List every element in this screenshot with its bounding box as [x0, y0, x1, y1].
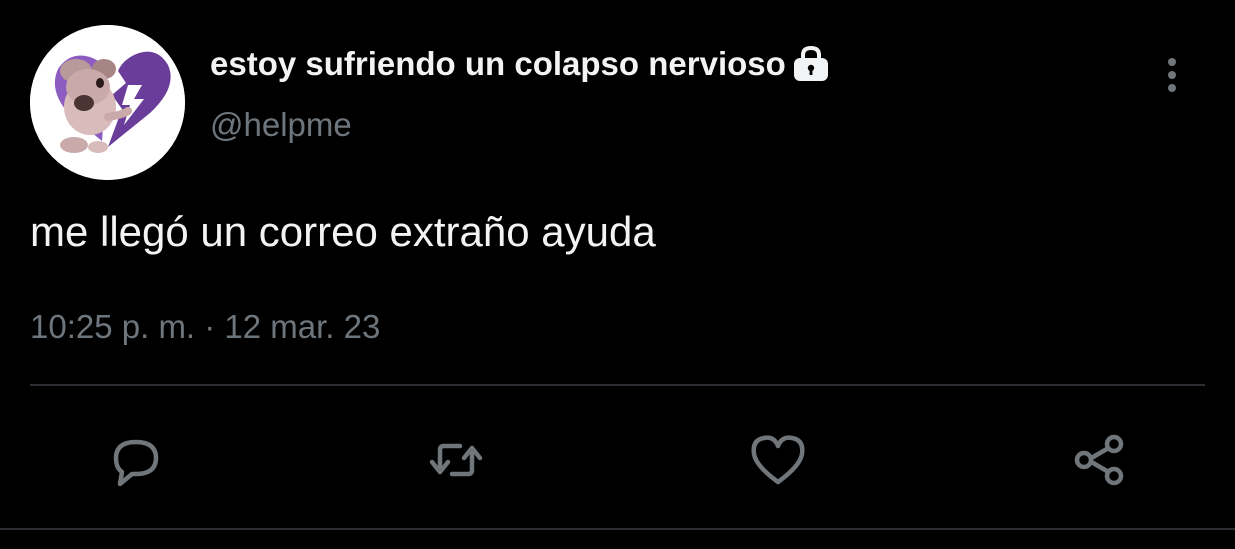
reply-button[interactable]: [104, 428, 168, 492]
bottom-divider: [0, 528, 1235, 530]
lock-icon: [792, 45, 830, 83]
like-button[interactable]: [746, 428, 810, 492]
share-button[interactable]: [1068, 428, 1132, 492]
reply-icon: [113, 439, 159, 487]
retweet-icon: [429, 443, 483, 477]
more-vertical-icon: [1168, 58, 1176, 92]
heart-icon: [751, 435, 805, 485]
tweet-timestamp[interactable]: 10:25 p. m. · 12 mar. 23: [30, 308, 380, 346]
author-display-name[interactable]: estoy sufriendo un colapso nervioso: [210, 42, 830, 86]
author-handle[interactable]: @helpme: [210, 106, 352, 144]
avatar-image: [30, 25, 185, 180]
divider: [30, 384, 1205, 386]
more-options-button[interactable]: [1150, 52, 1194, 96]
display-name-text[interactable]: estoy sufriendo un colapso nervioso: [210, 45, 786, 83]
share-icon: [1074, 434, 1124, 486]
avatar[interactable]: [30, 25, 185, 180]
tweet-text: me llegó un correo extraño ayuda: [30, 208, 656, 255]
retweet-button[interactable]: [424, 428, 488, 492]
